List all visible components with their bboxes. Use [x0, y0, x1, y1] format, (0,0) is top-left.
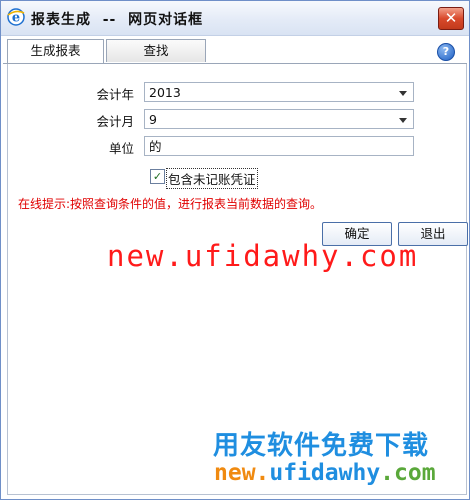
close-icon: ✕ — [444, 9, 458, 27]
unit-input[interactable]: 的 — [144, 136, 414, 156]
close-button[interactable]: ✕ — [438, 7, 464, 30]
unit-label: 单位 — [108, 141, 134, 156]
month-label: 会计月 — [96, 114, 134, 129]
year-label: 会计年 — [96, 87, 134, 102]
tab-strip: 生成报表 查找 — [3, 39, 467, 64]
dialog-window: e 报表生成 -- 网页对话框 ✕ 生成报表 查找 ? 会计年 2013 会计月… — [0, 0, 470, 500]
chevron-down-icon[interactable] — [399, 91, 407, 96]
include-unposted-checkbox[interactable]: ✓ — [150, 169, 165, 184]
watermark-url-part3: .com — [380, 460, 436, 486]
watermark-url-top: new.ufidawhy.com — [107, 239, 419, 273]
year-select[interactable]: 2013 — [144, 82, 414, 102]
watermark-url-part1: new. — [214, 460, 270, 486]
chevron-down-icon[interactable] — [399, 118, 407, 123]
title-bar[interactable]: e 报表生成 -- 网页对话框 ✕ — [1, 1, 469, 36]
watermark-url-part2: ufidawhy — [269, 460, 381, 486]
checkmark-icon: ✓ — [152, 170, 163, 183]
window-title: 报表生成 -- 网页对话框 — [31, 12, 204, 28]
watermark-slogan: 用友软件免费下载 — [213, 431, 430, 461]
tab-search[interactable]: 查找 — [106, 39, 206, 62]
ie-e-icon: e — [7, 8, 25, 26]
online-tip: 在线提示:按照查询条件的值，进行报表当前数据的查询。 — [18, 197, 323, 211]
month-value: 9 — [149, 112, 157, 127]
year-value: 2013 — [149, 85, 181, 100]
unit-value: 的 — [149, 139, 162, 154]
help-icon[interactable]: ? — [437, 43, 455, 61]
tab-generate-report[interactable]: 生成报表 — [7, 39, 104, 63]
month-select[interactable]: 9 — [144, 109, 414, 129]
watermark-url-bottom: new.ufidawhy.com — [214, 460, 436, 486]
include-unposted-label[interactable]: 包含未记账凭证 — [166, 168, 258, 189]
